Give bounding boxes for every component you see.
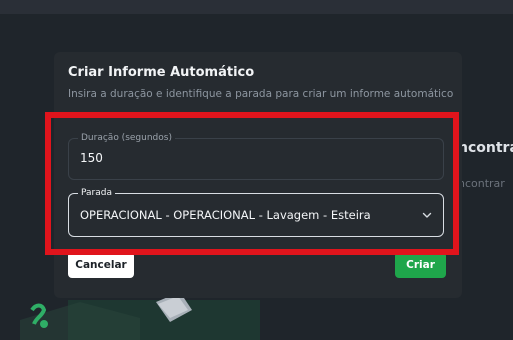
parada-selected-value[interactable]: OPERACIONAL - OPERACIONAL - Lavagem - Es… xyxy=(80,208,371,222)
parada-select-label: Parada xyxy=(78,187,115,199)
duration-field[interactable]: Duração (segundos) 150 xyxy=(68,132,444,180)
parada-select[interactable]: Parada OPERACIONAL - OPERACIONAL - Lavag… xyxy=(68,187,444,237)
background-heading: ncontra xyxy=(458,140,513,156)
background-subheading: ncontrar xyxy=(458,177,505,190)
modal-title: Criar Informe Automático xyxy=(68,65,255,80)
create-button[interactable]: Criar xyxy=(395,252,446,278)
duration-input-value[interactable]: 150 xyxy=(80,151,103,165)
modal-subtitle: Insira a duração e identifique a parada … xyxy=(68,88,454,100)
duration-field-label: Duração (segundos) xyxy=(78,132,175,144)
chevron-down-icon[interactable] xyxy=(421,209,433,221)
cancel-button[interactable]: Cancelar xyxy=(68,252,134,278)
top-bar xyxy=(0,0,513,14)
